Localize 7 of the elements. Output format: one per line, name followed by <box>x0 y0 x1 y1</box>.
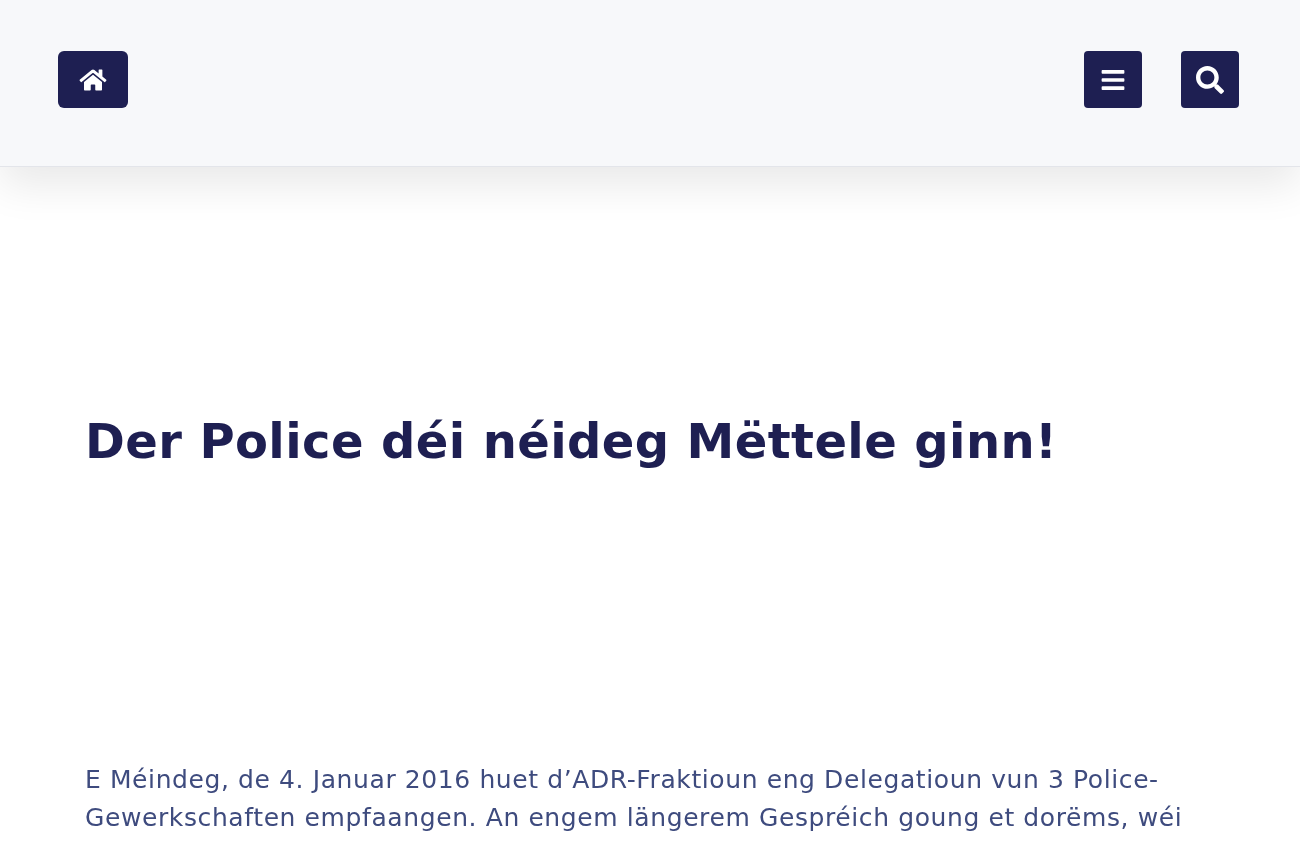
search-icon <box>1196 65 1224 94</box>
menu-button[interactable] <box>1084 51 1142 108</box>
article-title: Der Police déi néideg Mëttele ginn! <box>85 412 1058 471</box>
home-button[interactable] <box>58 51 128 108</box>
article-paragraph: E Méindeg, de 4. Januar 2016 huet d’ADR-Fraktioun eng Delegatioun vun 3 Police-Gewerkschaften empfaangen. An engem längerem Gespréich goung et dorëms, wéi <box>85 764 1184 834</box>
home-icon <box>79 67 107 92</box>
search-button[interactable] <box>1181 51 1239 108</box>
